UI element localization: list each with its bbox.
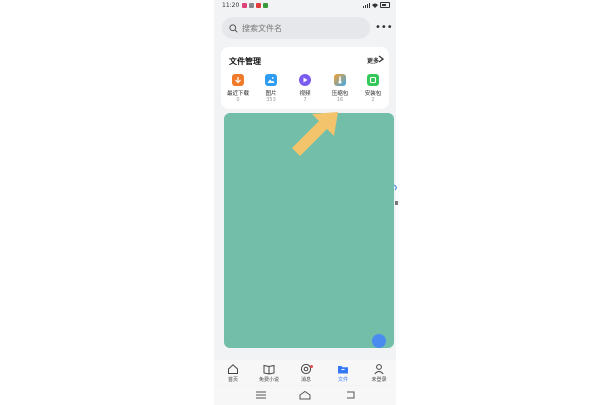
nav-label: 未登录 [371, 377, 387, 383]
app-notification-icon [242, 2, 248, 8]
category-row: 最近下载 0 图片 353 视频 7 压缩包 16 安装包 2 [221, 74, 389, 108]
category-count: 16 [336, 97, 344, 103]
nav-label: 消息 [300, 377, 311, 383]
nav-files[interactable]: 文件 [328, 363, 358, 383]
wifi-icon [372, 3, 378, 8]
category-archives[interactable]: 压缩包 16 [325, 74, 355, 103]
category-recent-downloads[interactable]: 最近下载 0 [223, 74, 253, 103]
notification-icons [242, 2, 269, 8]
category-label: 图片 [265, 91, 277, 97]
side-fragment-icon [394, 184, 398, 205]
signal-icon [363, 2, 370, 8]
category-label: 视频 [299, 91, 311, 97]
nav-label: 文件 [337, 377, 348, 383]
back-icon[interactable] [345, 390, 357, 400]
floating-action-button[interactable] [372, 334, 386, 348]
category-videos[interactable]: 视频 7 [290, 74, 320, 103]
archive-icon [334, 74, 346, 86]
chevron-right-icon[interactable] [378, 55, 384, 63]
folder-icon [338, 366, 348, 374]
search-placeholder: 搜索文件名 [242, 23, 282, 33]
category-label: 安装包 [364, 91, 382, 97]
nav-account[interactable]: 未登录 [364, 363, 394, 383]
category-count: 0 [236, 97, 240, 103]
search-bar[interactable]: 搜索文件名 [222, 17, 370, 39]
status-time: 11:20 [222, 1, 240, 9]
bottom-navigation: 首页 免费小说 消息 文件 未登录 [214, 360, 396, 385]
category-count: 353 [266, 97, 276, 103]
nav-free-novels[interactable]: 免费小说 [254, 363, 284, 383]
category-label: 压缩包 [331, 91, 349, 97]
status-bar: 11:20 [214, 0, 396, 10]
app-notification-icon [256, 2, 262, 8]
home-gesture-icon[interactable] [299, 390, 311, 400]
notification-badge [310, 365, 313, 368]
user-icon [374, 364, 384, 375]
system-navigation-bar [214, 386, 396, 405]
book-icon [263, 364, 275, 375]
nav-messages[interactable]: 消息 [291, 363, 321, 383]
app-notification-icon [263, 2, 269, 8]
nav-home[interactable]: 首页 [218, 363, 248, 383]
nav-label: 免费小说 [258, 377, 279, 383]
category-packages[interactable]: 安装包 2 [358, 74, 388, 103]
file-management-card: 文件管理 更多 最近下载 0 图片 353 视频 7 压缩包 16 安装包 2 [221, 47, 389, 109]
package-icon [367, 74, 379, 86]
category-count: 7 [303, 97, 307, 103]
arrow-annotation-icon [292, 112, 338, 156]
battery-icon [380, 2, 390, 8]
image-icon [265, 74, 277, 86]
category-images[interactable]: 图片 353 [256, 74, 286, 103]
status-right [363, 2, 390, 8]
home-icon [228, 364, 238, 374]
menu-icon[interactable] [255, 390, 267, 400]
nav-label: 首页 [227, 377, 238, 383]
search-icon [229, 23, 238, 33]
category-count: 2 [371, 97, 375, 103]
file-management-title: 文件管理 [229, 57, 261, 66]
app-notification-icon [249, 2, 255, 8]
more-options-icon[interactable]: ••• [375, 23, 393, 33]
category-label: 最近下载 [226, 91, 249, 97]
download-icon [232, 74, 244, 86]
play-icon [299, 74, 311, 86]
